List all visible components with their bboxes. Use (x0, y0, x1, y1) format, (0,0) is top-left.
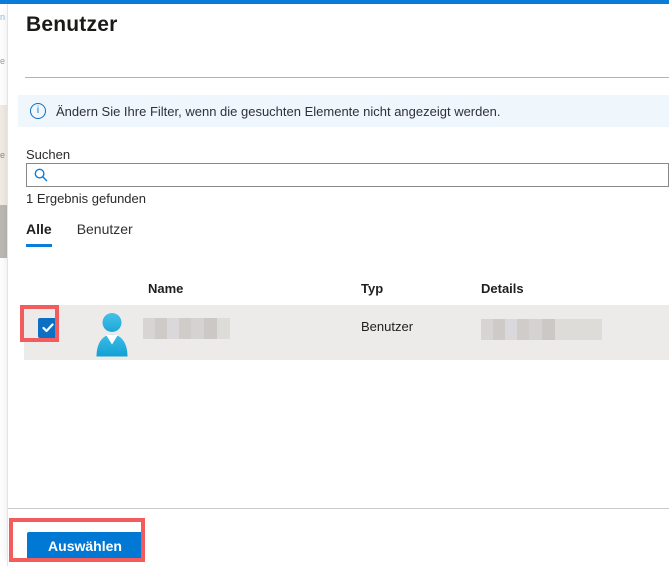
background-text-fragment: e (0, 150, 6, 160)
redacted-user-details (481, 319, 602, 340)
search-box[interactable] (26, 163, 669, 187)
column-header-name: Name (148, 281, 184, 296)
search-label: Suchen (26, 147, 71, 162)
page-title: Benutzer (26, 13, 118, 36)
info-banner-text: Ändern Sie Ihre Filter, wenn die gesucht… (56, 103, 501, 119)
tab-benutzer[interactable]: Benutzer (77, 221, 133, 247)
row-checkbox[interactable] (38, 318, 58, 338)
redacted-user-name (143, 318, 230, 339)
table-header: Name Typ Details (24, 281, 669, 301)
column-header-details: Details (481, 281, 524, 296)
background-page-strip: n e e (0, 4, 8, 566)
background-text-fragment: n (0, 12, 6, 22)
row-type-cell: Benutzer (361, 319, 414, 334)
footer-divider (8, 508, 669, 509)
benutzer-panel: Benutzer i Ändern Sie Ihre Filter, wenn … (8, 4, 669, 566)
search-icon (34, 168, 48, 182)
background-block (0, 205, 8, 258)
select-button[interactable]: Auswählen (27, 532, 143, 560)
info-banner: i Ändern Sie Ihre Filter, wenn die gesuc… (18, 95, 669, 127)
results-count-text: 1 Ergebnis gefunden (26, 191, 146, 206)
info-icon: i (30, 103, 46, 119)
tab-alle[interactable]: Alle (26, 221, 52, 247)
tab-bar: Alle Benutzer (26, 221, 133, 247)
column-header-typ: Typ (361, 281, 384, 296)
search-input[interactable] (54, 165, 668, 185)
user-picker-flyout: n e e Benutzer i Ändern Sie Ihre Filter,… (0, 0, 669, 566)
table-row[interactable]: Benutzer (24, 305, 669, 360)
checkmark-icon (42, 323, 54, 333)
title-divider (25, 77, 669, 78)
background-text-fragment: e (0, 56, 6, 66)
user-avatar-icon (95, 311, 129, 362)
